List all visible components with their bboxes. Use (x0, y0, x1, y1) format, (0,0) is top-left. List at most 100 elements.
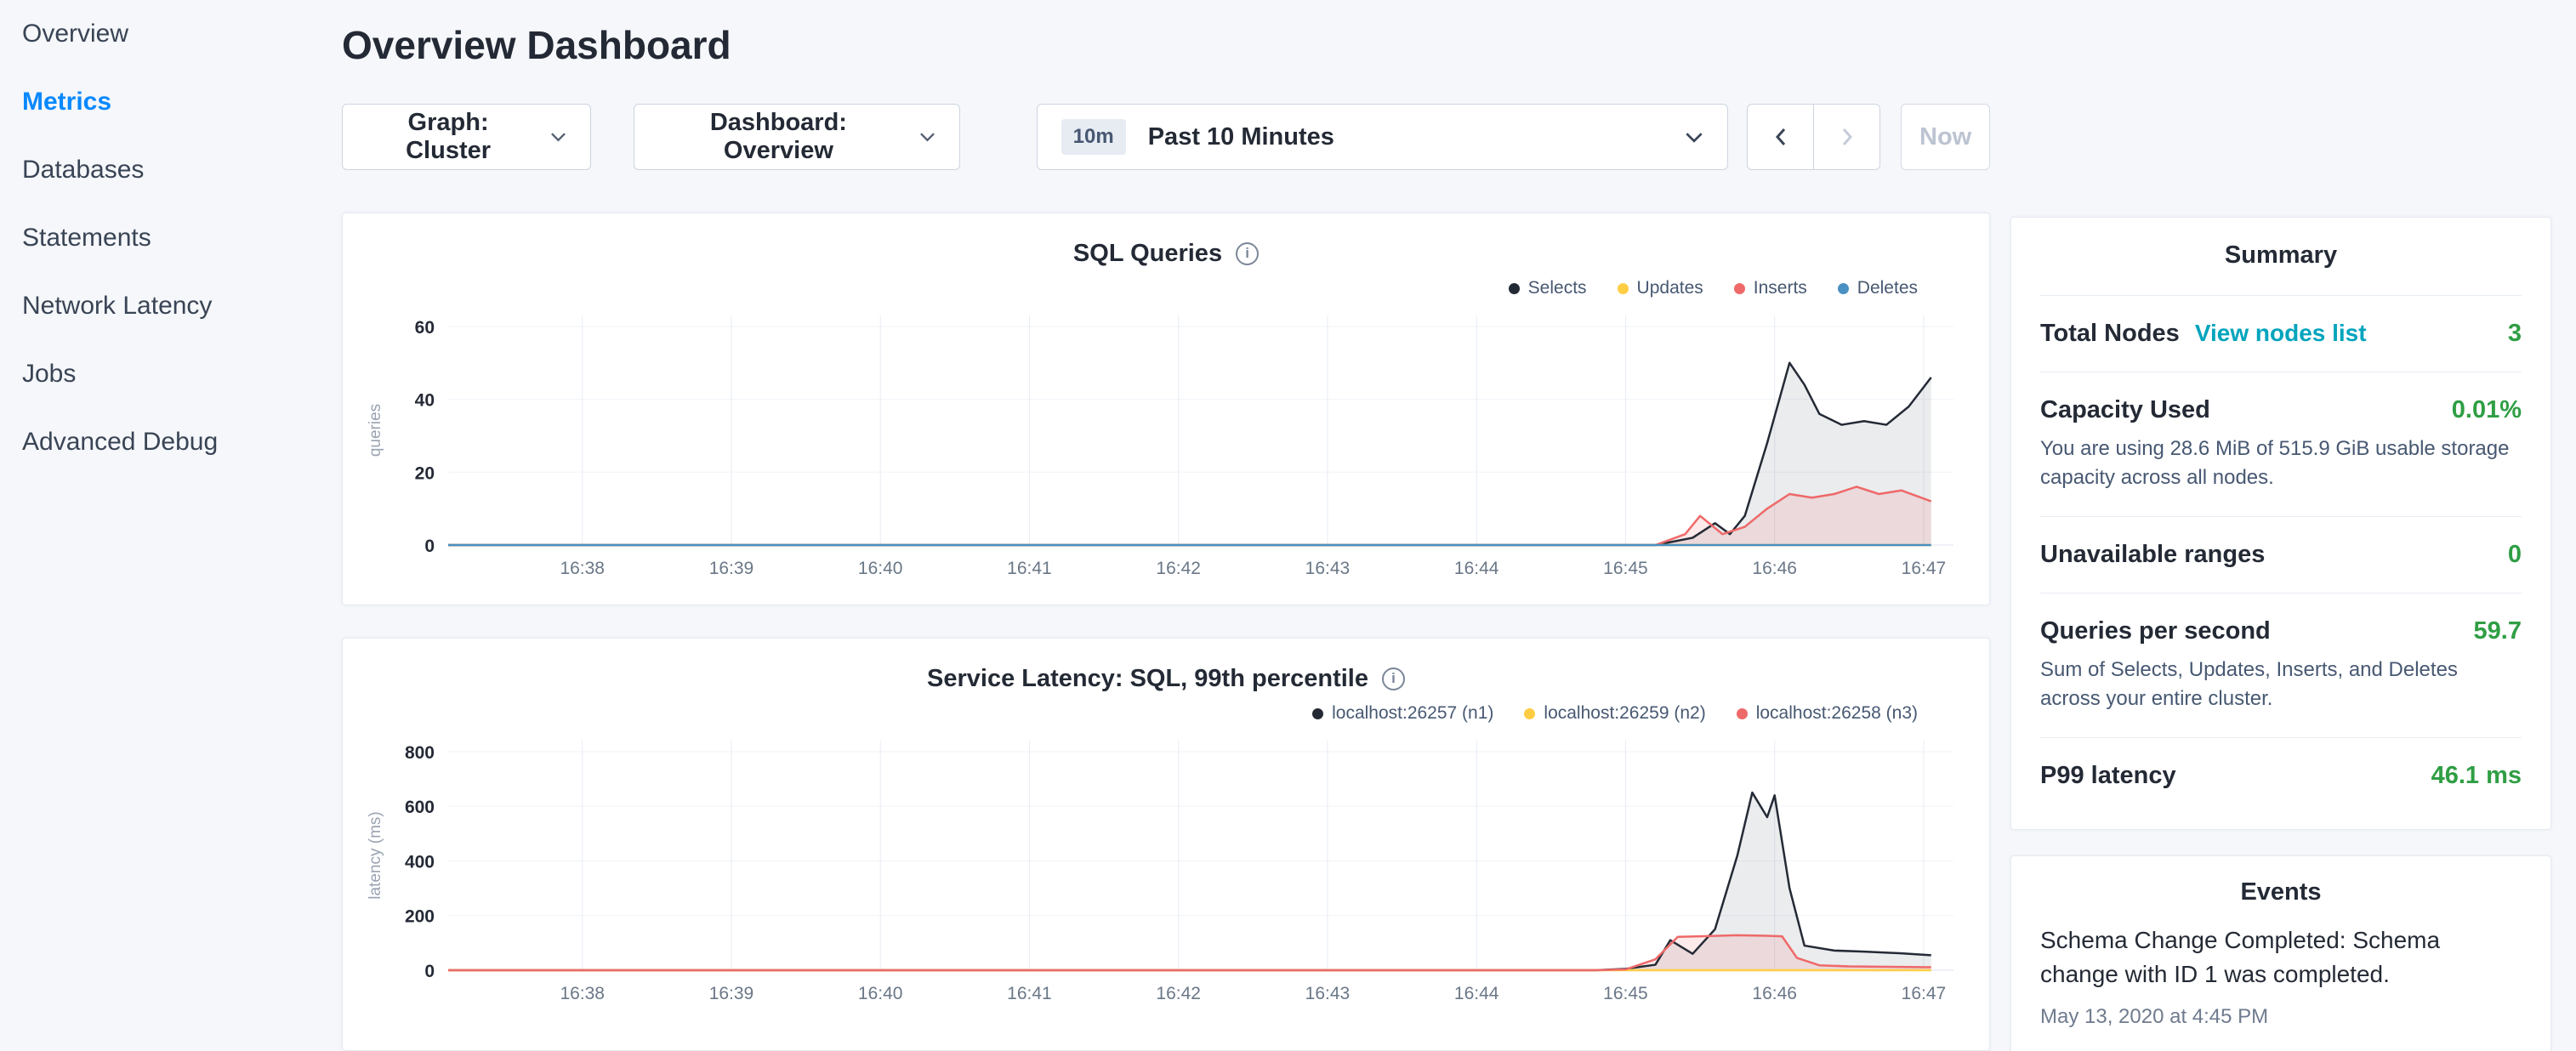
page-title: Overview Dashboard (342, 22, 1990, 68)
legend-dot-icon (1524, 708, 1535, 719)
sidebar-item-metrics[interactable]: Metrics (22, 68, 342, 136)
chevron-left-icon (1775, 127, 1787, 147)
legend-dot-icon (1312, 708, 1323, 719)
series-line (448, 363, 1931, 545)
legend-label: Deletes (1857, 278, 1918, 298)
summary-title: Summary (2040, 218, 2522, 295)
chart-legend: SelectsUpdatesInsertsDeletes (363, 275, 1969, 302)
legend-dot-icon (1734, 283, 1745, 294)
graph-scope-dropdown[interactable]: Graph: Cluster (342, 104, 591, 170)
view-nodes-list-link[interactable]: View nodes list (2195, 320, 2367, 347)
series-area (448, 935, 1931, 970)
summary-value: 46.1 ms (2431, 762, 2522, 790)
summary-value: 59.7 (2474, 617, 2522, 645)
time-next-button[interactable] (1813, 104, 1880, 170)
summary-row-total-nodes: Total Nodes View nodes list 3 (2040, 295, 2522, 372)
chevron-down-icon (919, 132, 935, 142)
x-tick-label: 16:47 (1902, 559, 1947, 578)
sidebar-item-advanced-debug[interactable]: Advanced Debug (22, 408, 342, 476)
x-tick-label: 16:44 (1454, 984, 1499, 1003)
y-axis-title: latency (ms) (367, 811, 384, 899)
summary-label-text: Total Nodes (2040, 320, 2180, 348)
info-icon[interactable]: i (1236, 242, 1259, 265)
x-tick-label: 16:43 (1305, 984, 1351, 1003)
sidebar-item-statements[interactable]: Statements (22, 204, 342, 272)
x-tick-label: 16:46 (1752, 984, 1797, 1003)
summary-label: Unavailable ranges (2040, 541, 2265, 569)
time-pager (1747, 104, 1880, 170)
events-panel: Events Schema Change Completed: Schema c… (2010, 855, 2551, 1051)
x-tick-label: 16:45 (1603, 984, 1648, 1003)
legend-item: Updates (1618, 278, 1703, 298)
event-message: Schema Change Completed: Schema change w… (2040, 923, 2522, 991)
y-tick-label: 400 (405, 852, 435, 872)
chevron-right-icon (1841, 127, 1853, 147)
x-tick-label: 16:44 (1454, 559, 1499, 578)
sql-queries-plot: 16:3816:3916:4016:4116:4216:4316:4416:45… (363, 304, 1970, 584)
summary-description: You are using 28.6 MiB of 515.9 GiB usab… (2040, 435, 2522, 492)
y-tick-label: 60 (415, 318, 435, 338)
dashboard-dropdown-label: Dashboard: Overview (658, 109, 899, 165)
x-tick-label: 16:45 (1603, 559, 1648, 578)
legend-dot-icon (1509, 283, 1520, 294)
chevron-down-icon (550, 132, 566, 142)
event-timestamp: May 13, 2020 at 4:45 PM (2040, 1005, 2522, 1029)
sidebar: Overview Metrics Databases Statements Ne… (0, 0, 342, 476)
info-icon[interactable]: i (1382, 668, 1405, 690)
y-tick-label: 800 (405, 743, 435, 763)
series-area (448, 486, 1931, 545)
legend-label: localhost:26258 (n3) (1756, 703, 1918, 724)
legend-item: Inserts (1734, 278, 1807, 298)
x-tick-label: 16:39 (709, 559, 754, 578)
summary-description: Sum of Selects, Updates, Inserts, and De… (2040, 656, 2522, 713)
x-tick-label: 16:47 (1902, 984, 1947, 1003)
series-area (448, 363, 1931, 545)
x-tick-label: 16:42 (1156, 984, 1201, 1003)
x-tick-label: 16:40 (858, 559, 903, 578)
summary-label: Capacity Used (2040, 396, 2210, 424)
y-tick-label: 0 (424, 962, 435, 981)
y-tick-label: 200 (405, 907, 435, 927)
chart-header: SQL Queries i (363, 232, 1969, 275)
legend-label: Inserts (1754, 278, 1807, 298)
graph-scope-dropdown-label: Graph: Cluster (367, 109, 530, 165)
x-tick-label: 16:40 (858, 984, 903, 1003)
summary-label: P99 latency (2040, 762, 2176, 790)
dashboard-dropdown[interactable]: Dashboard: Overview (634, 104, 960, 170)
sidebar-item-databases[interactable]: Databases (22, 136, 342, 204)
chart-header: Service Latency: SQL, 99th percentile i (363, 657, 1969, 700)
service-latency-plot: 16:38 16:39 16:40 16:41 16:42 16:43 16:44 16:45… (363, 729, 1970, 1009)
chart-legend: localhost:26257 (n1)localhost:26259 (n2)… (363, 700, 1969, 727)
sidebar-item-network-latency[interactable]: Network Latency (22, 272, 342, 340)
legend-item: localhost:26259 (n2) (1524, 703, 1705, 724)
now-button[interactable]: Now (1901, 104, 1990, 170)
app-root: Overview Metrics Databases Statements Ne… (0, 0, 2576, 1051)
x-tick-label: 16:39 (709, 984, 754, 1003)
x-tick-label: 16:38 (560, 984, 605, 1003)
sql-queries-chart-panel: SQL Queries i SelectsUpdatesInsertsDelet… (342, 213, 1990, 605)
right-sidebar: Summary Total Nodes View nodes list 3 Ca… (2010, 0, 2551, 1051)
time-prev-button[interactable] (1747, 104, 1814, 170)
summary-value: 0 (2508, 541, 2522, 569)
time-window-dropdown[interactable]: 10m Past 10 Minutes (1037, 104, 1729, 170)
sidebar-item-overview[interactable]: Overview (22, 0, 342, 68)
summary-value: 3 (2508, 320, 2522, 348)
legend-item: Deletes (1838, 278, 1918, 298)
y-axis-title: queries (367, 404, 384, 457)
x-tick-label: 16:41 (1007, 559, 1052, 578)
x-tick-label: 16:38 (560, 559, 605, 578)
summary-value: 0.01% (2452, 396, 2522, 424)
summary-row-unavailable-ranges: Unavailable ranges 0 (2040, 516, 2522, 593)
legend-label: Updates (1637, 278, 1703, 298)
legend-dot-icon (1618, 283, 1629, 294)
summary-row-queries-per-second: Queries per second 59.7 Sum of Selects, … (2040, 593, 2522, 737)
sidebar-item-jobs[interactable]: Jobs (22, 340, 342, 408)
service-latency-chart-panel: Service Latency: SQL, 99th percentile i … (342, 638, 1990, 1051)
y-tick-label: 40 (415, 391, 435, 411)
summary-label: Total Nodes View nodes list (2040, 320, 2367, 348)
summary-row-p99-latency: P99 latency 46.1 ms (2040, 737, 2522, 814)
x-tick-label: 16:42 (1156, 559, 1201, 578)
summary-row-capacity-used: Capacity Used 0.01% You are using 28.6 M… (2040, 372, 2522, 516)
x-tick-label: 16:41 (1007, 984, 1052, 1003)
chevron-down-icon (1685, 132, 1703, 143)
